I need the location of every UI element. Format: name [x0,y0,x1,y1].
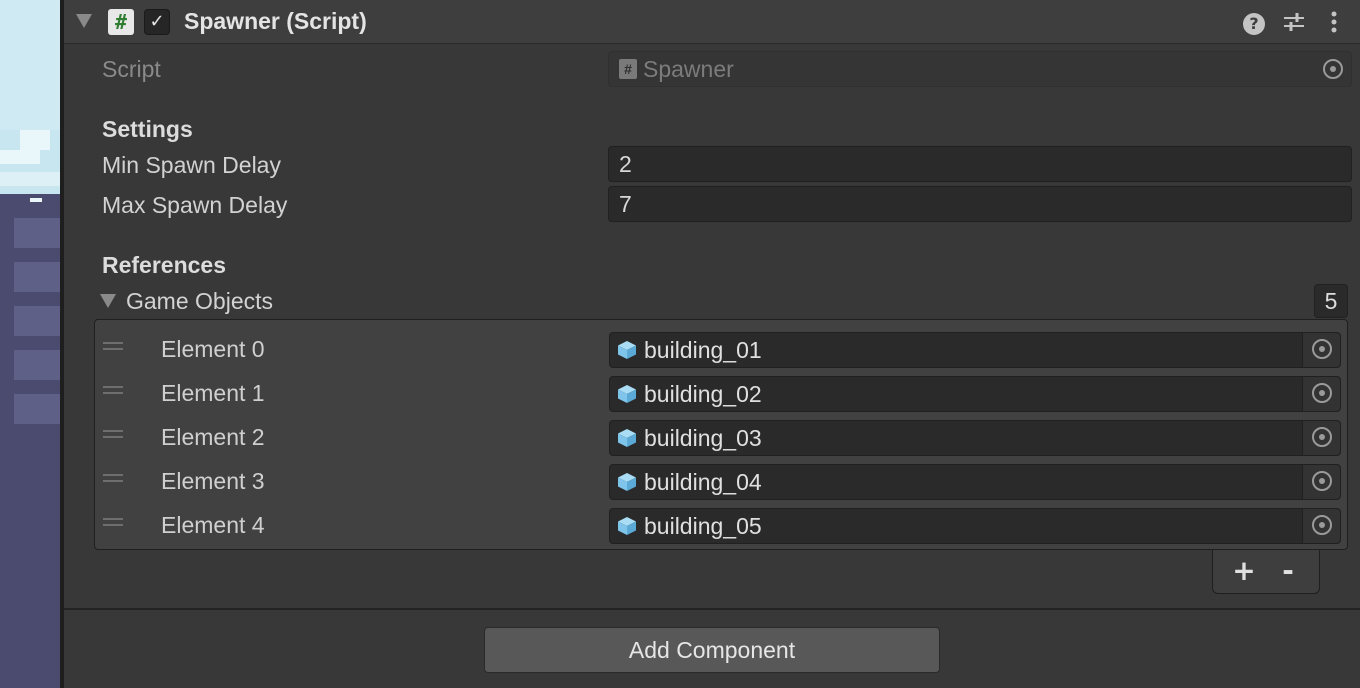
object-picker-icon[interactable] [1312,515,1332,535]
component-title: Spawner (Script) [184,8,367,34]
drag-handle-icon[interactable] [103,386,123,394]
script-icon: # [619,58,637,79]
object-name: building_04 [644,469,762,495]
object-field[interactable]: building_01 [609,332,1341,368]
element-label: Element 4 [161,512,265,538]
game-objects-list: Element 0 building_01 Element 1 building… [94,319,1348,550]
component-header[interactable]: # ✓ Spawner (Script) ? [64,0,1360,44]
element-label: Element 0 [161,336,265,362]
object-field[interactable]: building_03 [609,420,1341,456]
script-icon: # [108,9,134,35]
object-picker-button[interactable] [1302,377,1340,411]
presets-icon[interactable] [1282,10,1306,34]
separator [64,608,1360,610]
add-element-button[interactable]: + [1229,556,1259,586]
cube-icon [618,429,636,447]
list-add-remove: + - [1212,550,1320,594]
object-field[interactable]: building_05 [609,508,1341,544]
object-field[interactable]: building_02 [609,376,1341,412]
list-item: Element 2 building_03 [95,412,1347,456]
list-item: Element 0 building_01 [95,324,1347,368]
object-picker-button[interactable] [1302,333,1340,367]
min-spawn-delay-field[interactable]: 2 [608,146,1352,182]
foldout-arrow-icon[interactable] [76,14,92,28]
script-label: Script [102,56,161,82]
object-picker-button[interactable] [1302,509,1340,543]
drag-handle-icon[interactable] [103,474,123,482]
object-field[interactable]: building_04 [609,464,1341,500]
object-picker-icon[interactable] [1312,427,1332,447]
object-name: building_02 [644,381,762,407]
settings-header: Settings [102,116,193,142]
object-picker-button[interactable] [1302,421,1340,455]
object-picker-icon[interactable] [1312,383,1332,403]
element-label: Element 3 [161,468,265,494]
object-picker-icon[interactable] [1312,471,1332,491]
list-item: Element 4 building_05 [95,500,1347,544]
cube-icon [618,385,636,403]
object-picker-icon[interactable] [1323,59,1343,79]
references-header: References [102,252,227,278]
drag-handle-icon[interactable] [103,430,123,438]
object-name: building_05 [644,513,762,539]
script-field-value: Spawner [643,56,734,82]
object-picker-icon[interactable] [1312,339,1332,359]
help-icon[interactable]: ? [1242,10,1266,35]
kebab-menu-icon[interactable] [1322,10,1346,34]
add-component-button[interactable]: Add Component [484,627,940,673]
min-spawn-delay-label: Min Spawn Delay [102,152,281,178]
list-count-field[interactable]: 5 [1314,284,1348,318]
list-item: Element 1 building_02 [95,368,1347,412]
element-label: Element 2 [161,424,265,450]
drag-handle-icon[interactable] [103,342,123,350]
object-name: building_01 [644,337,762,363]
element-label: Element 1 [161,380,265,406]
object-name: building_03 [644,425,762,451]
game-objects-label[interactable]: Game Objects [126,288,273,315]
max-spawn-delay-field[interactable]: 7 [608,186,1352,222]
enable-checkbox[interactable]: ✓ [144,9,170,35]
drag-handle-icon[interactable] [103,518,123,526]
cube-icon [618,517,636,535]
object-picker-button[interactable] [1302,465,1340,499]
inspector-panel: # ✓ Spawner (Script) ? Script # Spawner S… [64,0,1360,688]
foldout-arrow-icon[interactable] [100,294,116,308]
max-spawn-delay-label: Max Spawn Delay [102,192,288,218]
script-field[interactable]: # Spawner [608,51,1352,87]
remove-element-button[interactable]: - [1273,556,1303,586]
cube-icon [618,341,636,359]
scene-view-strip [0,0,60,688]
list-item: Element 3 building_04 [95,456,1347,500]
cube-icon [618,473,636,491]
